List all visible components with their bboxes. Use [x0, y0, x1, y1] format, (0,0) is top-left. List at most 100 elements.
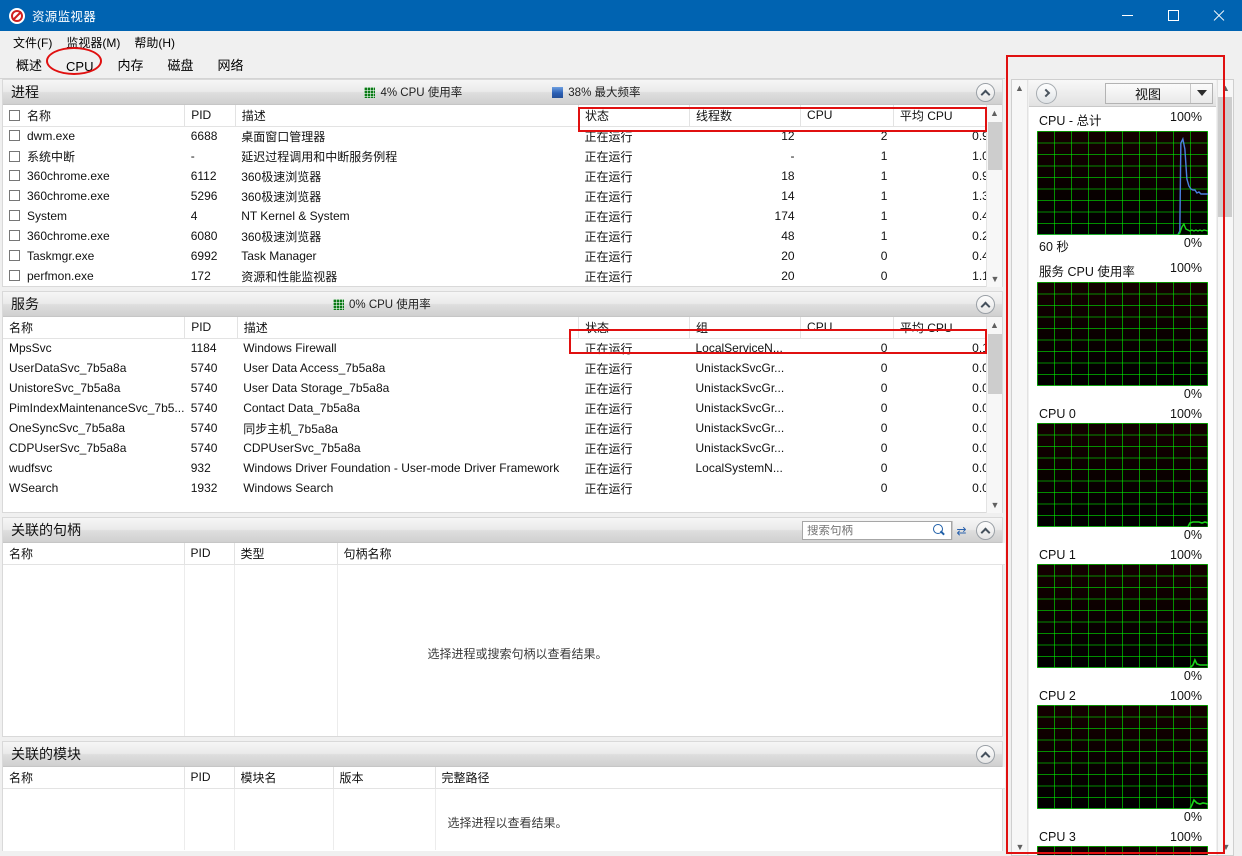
col-module-pid[interactable]: PID — [184, 767, 235, 789]
table-row[interactable]: UserDataSvc_7b5a8a 5740 User Data Access… — [3, 358, 1002, 378]
processes-header[interactable]: 进程 4% CPU 使用率 38% 最大频率 — [3, 80, 1002, 105]
services-title: 服务 — [11, 296, 39, 312]
panel-left-scrollbar[interactable]: ▲ ▼ — [1012, 80, 1028, 855]
scroll-up-icon[interactable]: ▲ — [987, 105, 1002, 121]
services-collapse-button[interactable] — [976, 295, 995, 314]
table-row[interactable]: UnistoreSvc_7b5a8a 5740 User Data Storag… — [3, 378, 1002, 398]
col-module-name[interactable]: 名称 — [3, 767, 185, 789]
col-handle-handlename[interactable]: 句柄名称 — [337, 543, 1005, 565]
chevron-down-icon[interactable] — [1190, 83, 1212, 103]
col-process-name[interactable]: 名称 — [3, 105, 186, 127]
cell-status: 正在运行 — [584, 461, 633, 476]
row-checkbox[interactable] — [9, 130, 20, 142]
scroll-down-icon[interactable]: ▼ — [987, 271, 1003, 287]
services-header[interactable]: 服务 0% CPU 使用率 — [3, 292, 1002, 317]
tab-network[interactable]: 网络 — [206, 52, 256, 78]
graphs-toolbar: 视图 — [1029, 80, 1216, 107]
col-module-fullpath[interactable]: 完整路径 — [435, 767, 1005, 789]
scroll-down-icon[interactable]: ▼ — [1218, 839, 1234, 855]
modules-header[interactable]: 关联的模块 — [3, 742, 1002, 767]
handles-header[interactable]: 关联的句柄 ⇄ — [3, 518, 1002, 543]
col-service-status[interactable]: 状态 — [578, 317, 690, 339]
cell-desc: 360极速浏览器 — [241, 189, 322, 204]
view-dropdown[interactable]: 视图 — [1105, 82, 1213, 104]
table-row[interactable]: WSearch 1932 Windows Search 正在运行 0 0.00 — [3, 478, 1002, 498]
col-service-pid[interactable]: PID — [184, 317, 238, 339]
row-checkbox[interactable] — [9, 190, 20, 201]
row-checkbox[interactable] — [9, 230, 20, 241]
col-process-threads[interactable]: 线程数 — [689, 105, 802, 127]
modules-collapse-button[interactable] — [976, 745, 995, 764]
scroll-up-icon[interactable]: ▲ — [1218, 80, 1233, 96]
table-row[interactable]: MpsSvc 1184 Windows Firewall 正在运行 LocalS… — [3, 338, 1002, 358]
table-row[interactable]: OneSyncSvc_7b5a8a 5740 同步主机_7b5a8a 正在运行 … — [3, 418, 1002, 438]
table-row[interactable]: 360chrome.exe 6112 360极速浏览器 正在运行 18 1 0.… — [3, 166, 1002, 186]
tab-disk[interactable]: 磁盘 — [155, 52, 205, 78]
expand-panel-button[interactable] — [1036, 82, 1057, 104]
row-checkbox[interactable] — [9, 150, 20, 162]
col-module-version[interactable]: 版本 — [333, 767, 436, 789]
col-process-desc[interactable]: 描述 — [235, 105, 579, 127]
processes-collapse-button[interactable] — [976, 83, 995, 102]
menu-file[interactable]: 文件(F) — [6, 32, 59, 53]
table-row[interactable]: System 4 NT Kernel & System 正在运行 174 1 0… — [3, 206, 1002, 226]
table-row[interactable]: PimIndexMaintenanceSvc_7b5... 5740 Conta… — [3, 398, 1002, 418]
cell-name: UnistoreSvc_7b5a8a — [9, 381, 121, 395]
tab-cpu[interactable]: CPU — [54, 56, 105, 78]
table-row[interactable]: 系统中断 - 延迟过程调用和中断服务例程 正在运行 - 1 1.08 — [3, 146, 1002, 166]
search-icon[interactable] — [933, 524, 946, 537]
table-row[interactable]: 360chrome.exe 5296 360极速浏览器 正在运行 14 1 1.… — [3, 186, 1002, 206]
col-process-cpu[interactable]: CPU — [800, 105, 894, 127]
menu-monitor[interactable]: 监视器(M) — [59, 32, 127, 53]
cell-name: WSearch — [9, 481, 59, 495]
minimize-button[interactable] — [1104, 0, 1150, 31]
processes-scrollbar[interactable]: ▲ ▼ — [986, 105, 1002, 287]
close-button[interactable] — [1196, 0, 1242, 31]
col-service-desc[interactable]: 描述 — [237, 317, 579, 339]
scroll-down-icon[interactable]: ▼ — [987, 497, 1003, 513]
scroll-up-icon[interactable]: ▲ — [1012, 80, 1027, 96]
title-bar: 资源监视器 — [0, 0, 1242, 31]
table-row[interactable]: 360chrome.exe 6080 360极速浏览器 正在运行 48 1 0.… — [3, 226, 1002, 246]
col-process-status[interactable]: 状态 — [578, 105, 691, 127]
cell-pid: 6688 — [190, 129, 218, 144]
scrollbar-thumb[interactable] — [988, 122, 1002, 170]
col-handle-type[interactable]: 类型 — [234, 543, 338, 565]
select-all-checkbox[interactable] — [9, 109, 20, 121]
row-checkbox[interactable] — [9, 250, 20, 261]
tab-memory[interactable]: 内存 — [105, 52, 155, 78]
col-service-name[interactable]: 名称 — [3, 317, 186, 339]
col-handle-pid[interactable]: PID — [184, 543, 235, 565]
table-row[interactable]: dwm.exe 6688 桌面窗口管理器 正在运行 12 2 0.98 — [3, 126, 1002, 146]
col-handle-name[interactable]: 名称 — [3, 543, 185, 565]
menu-help[interactable]: 帮助(H) — [127, 32, 182, 53]
handles-section: 关联的句柄 ⇄ 名称 — [2, 517, 1005, 737]
row-checkbox[interactable] — [9, 170, 20, 181]
refresh-button[interactable]: ⇄ — [952, 521, 970, 540]
search-input[interactable] — [807, 524, 933, 537]
modules-table: 名称 PID 模块名 版本 完整路径 选择进程以查看结果。 — [3, 767, 1005, 850]
scroll-down-icon[interactable]: ▼ — [1012, 839, 1028, 855]
col-module-modulename[interactable]: 模块名 — [234, 767, 334, 789]
tab-overview[interactable]: 概述 — [4, 52, 54, 78]
scrollbar-thumb[interactable] — [1218, 97, 1232, 217]
handles-search-box[interactable] — [802, 521, 952, 540]
services-scrollbar[interactable]: ▲ ▼ — [986, 317, 1002, 513]
handles-collapse-button[interactable] — [976, 521, 995, 540]
table-row[interactable]: CDPUserSvc_7b5a8a 5740 CDPUserSvc_7b5a8a… — [3, 438, 1002, 458]
scroll-up-icon[interactable]: ▲ — [987, 317, 1002, 333]
cell-group: UnistackSvcGr... — [695, 381, 785, 395]
row-checkbox[interactable] — [9, 270, 20, 281]
panel-right-scrollbar[interactable]: ▲ ▼ — [1217, 80, 1233, 855]
table-row[interactable]: perfmon.exe 172 资源和性能监视器 正在运行 20 0 1.12 — [3, 266, 1002, 286]
table-row[interactable]: wudfsvc 932 Windows Driver Foundation - … — [3, 458, 1002, 478]
cell-desc: 360极速浏览器 — [241, 229, 322, 244]
row-checkbox[interactable] — [9, 210, 20, 221]
col-service-group[interactable]: 组 — [689, 317, 802, 339]
graph-plot-area — [1037, 131, 1208, 235]
scrollbar-thumb[interactable] — [988, 334, 1002, 394]
table-row[interactable]: Taskmgr.exe 6992 Task Manager 正在运行 20 0 … — [3, 246, 1002, 266]
col-process-pid[interactable]: PID — [184, 105, 236, 127]
col-service-cpu[interactable]: CPU — [800, 317, 894, 339]
maximize-button[interactable] — [1150, 0, 1196, 31]
